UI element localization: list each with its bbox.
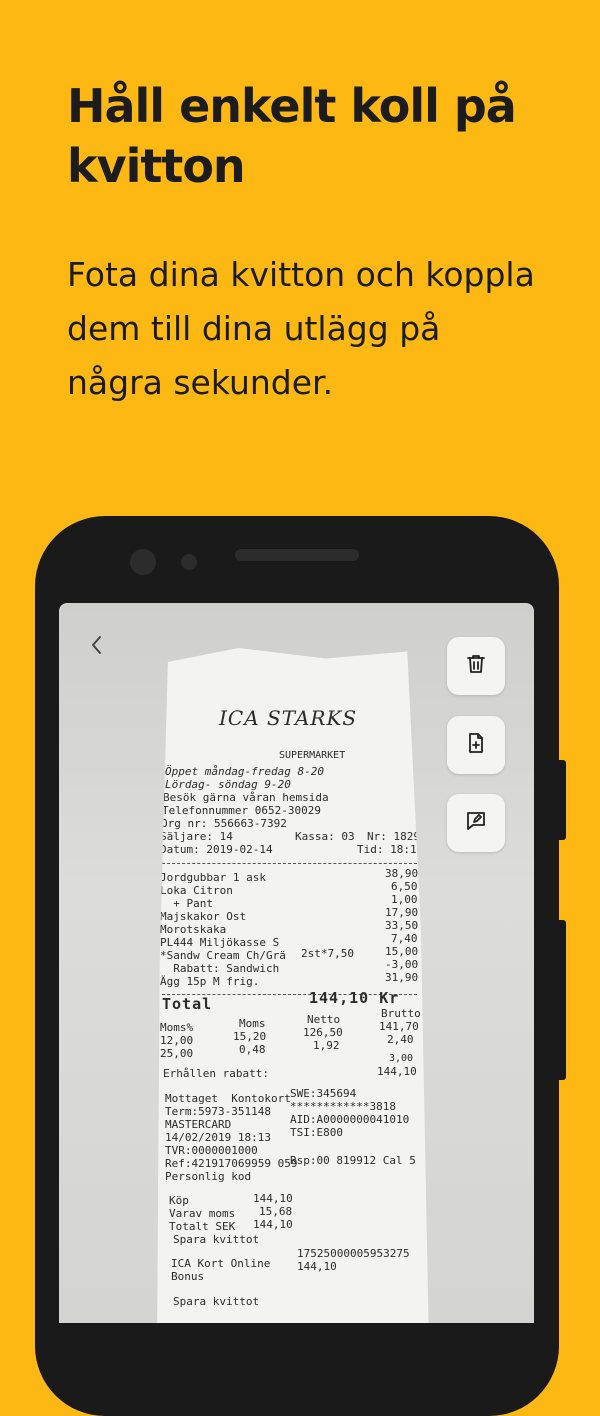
receipt-discount-value: 144,10 bbox=[377, 1065, 417, 1078]
receipt-item-name: Jordgubbar 1 ask bbox=[160, 871, 266, 884]
receipt-date: Datum: 2019-02-14 bbox=[160, 843, 273, 856]
receipt-item-price: 17,90 bbox=[385, 906, 419, 919]
receipt-item-name: *Sandw Cream Ch/Grä bbox=[160, 949, 286, 962]
receipt-time: Tid: 18:12 bbox=[357, 843, 424, 856]
receipt-store: ICA STARKS bbox=[219, 706, 358, 730]
receipt-seller: Säljare: 14 bbox=[160, 830, 233, 843]
add-file-button[interactable] bbox=[447, 716, 505, 774]
receipt-footer: Spara kvittot bbox=[173, 1295, 260, 1308]
receipt-card-line: Personlig kod bbox=[165, 1170, 252, 1183]
receipt-phone: Telefonnummer 0652-30029 bbox=[162, 804, 321, 817]
receipt-bonus-value: 144,10 bbox=[297, 1260, 337, 1273]
delete-button[interactable] bbox=[447, 637, 505, 695]
receipt-type: SUPERMARKET bbox=[279, 750, 346, 761]
receipt-summary-value: 144,10 bbox=[253, 1192, 293, 1205]
receipt-item-name: PL444 Miljökasse S bbox=[160, 936, 280, 949]
receipt-item-price: 15,00 bbox=[385, 945, 419, 958]
receipt-item-name: + Pant bbox=[160, 897, 213, 910]
receipt-discount-total: 3,00 bbox=[389, 1053, 414, 1064]
receipt-vat-header: Netto bbox=[307, 1013, 341, 1026]
comment-edit-icon bbox=[464, 809, 488, 837]
receipt-item-price: 38,90 bbox=[385, 867, 419, 880]
receipt-viewer-screen: ICA STARKS SUPERMARKET Öppet måndag-fred… bbox=[59, 603, 534, 1323]
speaker-grille bbox=[235, 549, 359, 561]
receipt-summary-label: Totalt SEK bbox=[169, 1220, 236, 1233]
receipt-summary-value: 15,68 bbox=[259, 1205, 293, 1218]
receipt-discount-label: Erhållen rabatt: bbox=[163, 1067, 269, 1080]
receipt-vat-header: Moms% bbox=[160, 1021, 194, 1034]
receipt-register: Kassa: 03 bbox=[295, 830, 355, 843]
receipt-vat-cell: 141,70 bbox=[379, 1020, 419, 1033]
trash-icon bbox=[464, 652, 488, 680]
receipt-card-line: Term:5973-351148 bbox=[165, 1105, 271, 1118]
receipt-item-name: Morotskaka bbox=[160, 923, 227, 936]
receipt-item-price: -3,00 bbox=[385, 958, 419, 971]
receipt-photo: ICA STARKS SUPERMARKET Öppet måndag-fred… bbox=[157, 648, 429, 1323]
receipt-summary-label: Varav moms bbox=[169, 1207, 236, 1220]
receipt-bonus-label-2: Bonus bbox=[171, 1270, 205, 1283]
receipt-number: Nr: 1829 bbox=[367, 830, 420, 843]
receipt-card-detail: AID:A0000000041010 bbox=[290, 1113, 410, 1126]
add-comment-button[interactable] bbox=[447, 794, 505, 852]
chevron-left-icon[interactable] bbox=[87, 633, 115, 661]
receipt-hours-1: Öppet måndag-fredag 8-20 bbox=[165, 765, 324, 778]
receipt-total-label: Total bbox=[162, 995, 213, 1013]
receipt-item-name: Ägg 15p M frig. bbox=[160, 975, 260, 988]
receipt-vat-cell: 12,00 bbox=[160, 1034, 194, 1047]
receipt-vat-header: Moms bbox=[239, 1017, 266, 1030]
receipt-vat-cell: 25,00 bbox=[160, 1047, 194, 1060]
receipt-vat-cell: 1,92 bbox=[313, 1039, 340, 1052]
receipt-bonus-label: ICA Kort Online bbox=[171, 1257, 271, 1270]
receipt-org: Org nr: 556663-7392 bbox=[161, 817, 287, 830]
receipt-card-line: TVR:0000001000 bbox=[165, 1144, 258, 1157]
sensor-icon bbox=[181, 554, 197, 570]
receipt-vat-cell: 2,40 bbox=[387, 1033, 414, 1046]
receipt-card-line: Mottaget Kontokort bbox=[165, 1092, 291, 1105]
receipt-summary-value: 144,10 bbox=[253, 1218, 293, 1231]
receipt-item-price: 6,50 bbox=[391, 880, 418, 893]
receipt-item-name: Rabatt: Sandwich bbox=[160, 962, 280, 975]
headline: Håll enkelt koll på kvitton bbox=[67, 79, 517, 193]
receipt-vat-cell: 15,20 bbox=[233, 1030, 267, 1043]
receipt-total-value: 144,10 Kr bbox=[309, 989, 400, 1007]
receipt-item-name: Majskakor Ost bbox=[160, 910, 247, 923]
receipt-card-line: MASTERCARD bbox=[165, 1118, 232, 1131]
subline: Fota dina kvitton och koppla dem till di… bbox=[67, 255, 535, 402]
receipt-card-line: Ref:421917069959 059 bbox=[165, 1157, 298, 1170]
receipt-card-detail: SWE:345694 bbox=[290, 1087, 357, 1100]
receipt-hours-2: Lördag- söndag 9-20 bbox=[165, 778, 291, 791]
camera-icon bbox=[130, 549, 156, 575]
phone-volume-button bbox=[558, 920, 566, 1080]
receipt-item-qty: 2st*7,50 bbox=[301, 947, 354, 960]
receipt-summary-label: Spara kvittot bbox=[173, 1233, 260, 1246]
receipt-item-name: Loka Citron bbox=[160, 884, 233, 897]
receipt-card-detail: ************3818 bbox=[290, 1100, 396, 1113]
receipt-item-price: 1,00 bbox=[391, 893, 418, 906]
receipt-vat-header: Brutto bbox=[381, 1007, 421, 1020]
receipt-card-detail: Rsp:00 819912 Cal 5 bbox=[290, 1154, 416, 1167]
receipt-item-price: 31,90 bbox=[385, 971, 419, 984]
receipt-item-price: 7,40 bbox=[391, 932, 418, 945]
receipt-vat-cell: 0,48 bbox=[239, 1043, 266, 1056]
receipt-card-detail: TSI:E800 bbox=[290, 1126, 343, 1139]
file-add-icon bbox=[464, 731, 488, 759]
receipt-divider bbox=[162, 863, 417, 864]
receipt-card-line: 14/02/2019 18:13 bbox=[165, 1131, 271, 1144]
receipt-bonus-id: 17525000005953275 bbox=[297, 1247, 410, 1260]
receipt-item-price: 33,50 bbox=[385, 919, 419, 932]
phone-side-button bbox=[558, 760, 566, 840]
receipt-vat-cell: 126,50 bbox=[303, 1026, 343, 1039]
receipt-hours-3: Besök gärna våran hemsida bbox=[163, 791, 329, 804]
receipt-summary-label: Köp bbox=[169, 1194, 189, 1207]
